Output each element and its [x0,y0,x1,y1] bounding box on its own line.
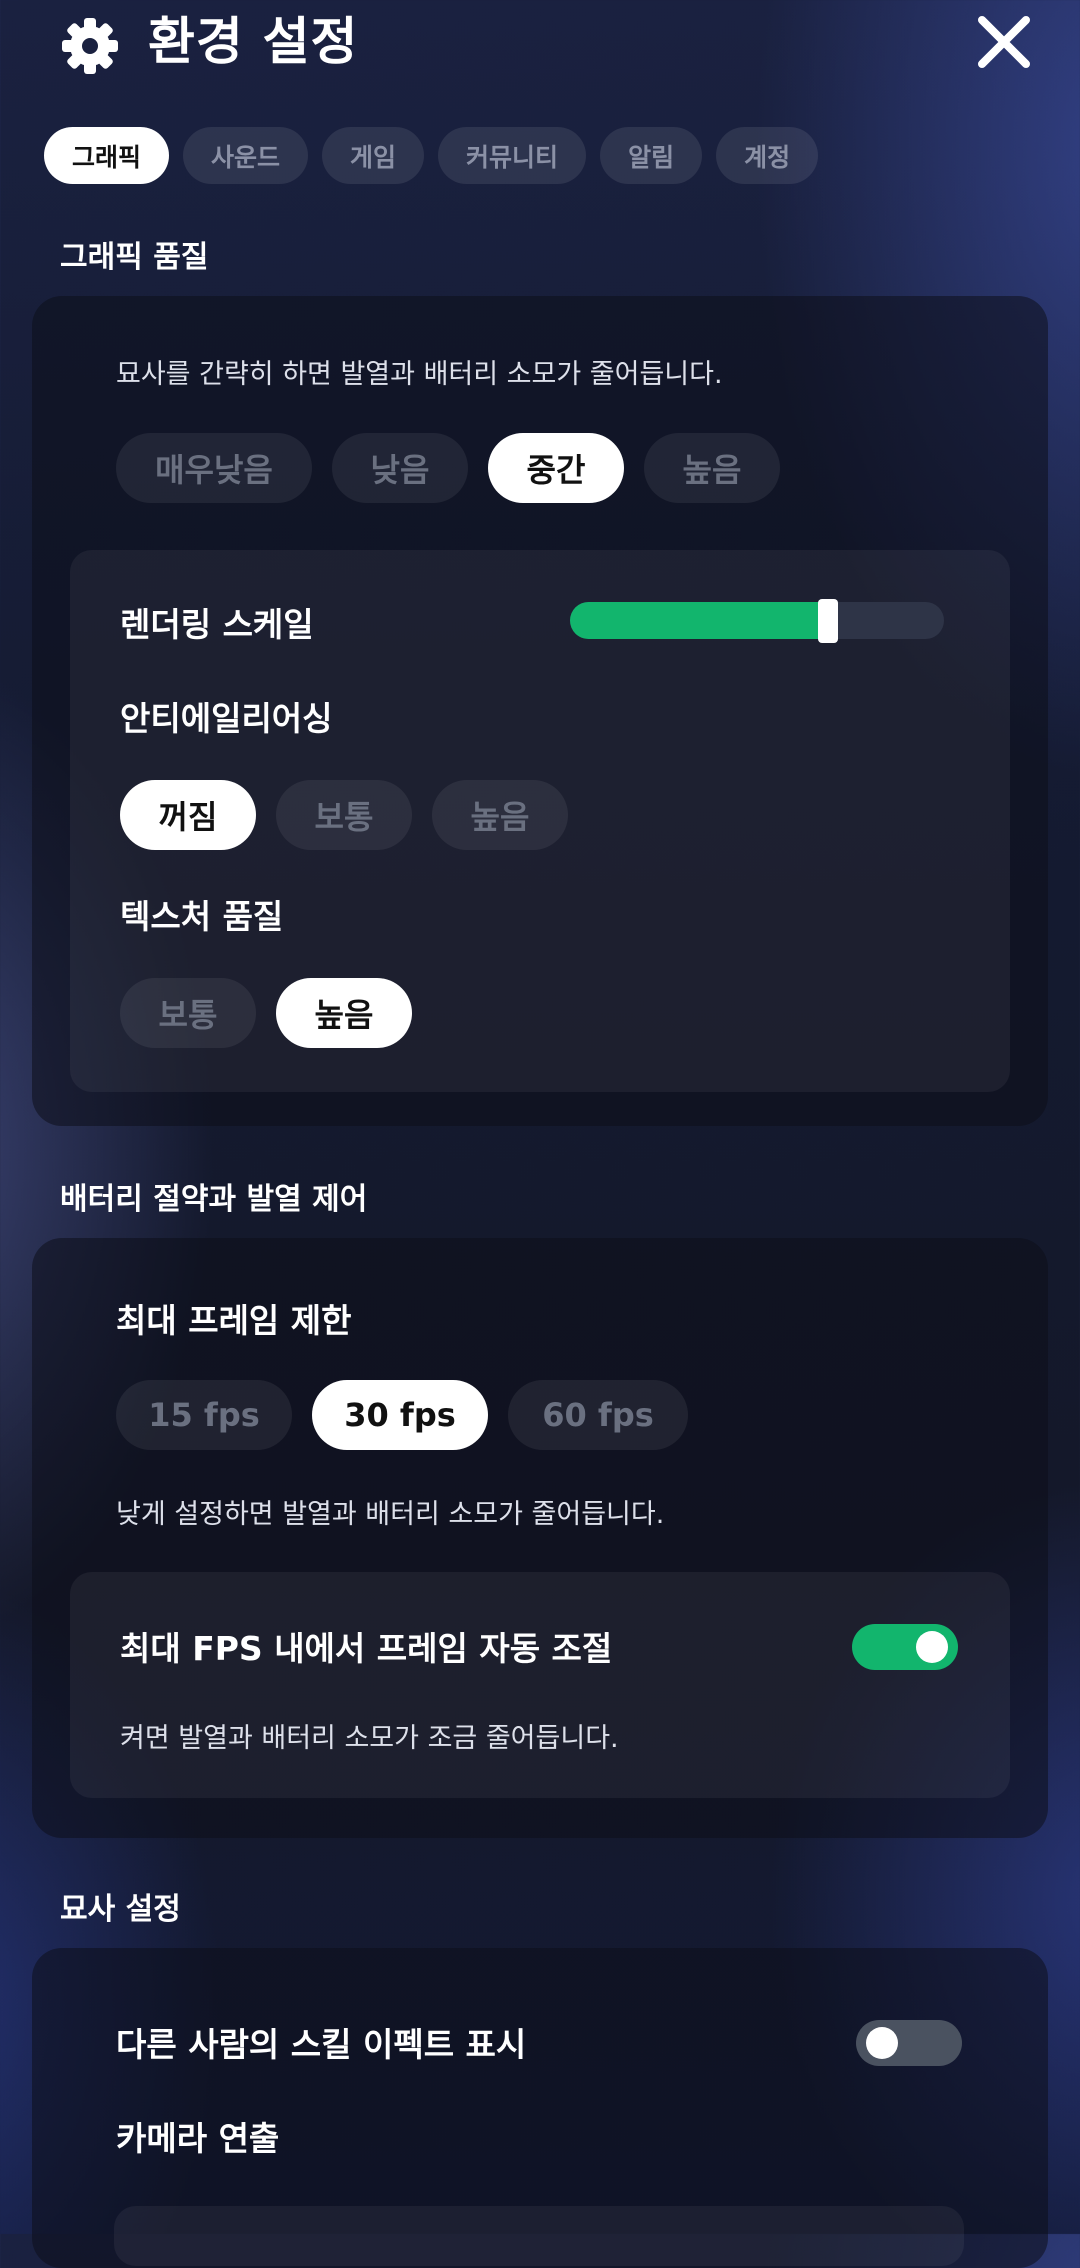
tab-bar: 그래픽 사운드 게임 커뮤니티 알림 계정 [44,127,819,184]
tab-notifications[interactable]: 알림 [600,127,703,184]
graphics-section-title: 그래픽 품질 [60,240,209,275]
graphics-description: 묘사를 간략히 하면 발열과 배터리 소모가 줄어듭니다. [116,359,723,390]
camera-options-panel [114,2206,964,2266]
antialiasing-normal-button[interactable]: 보통 [276,780,412,850]
skill-effect-label: 다른 사람의 스킬 이펙트 표시 [116,2025,527,2064]
antialiasing-off-button[interactable]: 꺼짐 [120,780,256,850]
fps-60-button[interactable]: 60 fps [508,1380,688,1450]
quality-medium-button[interactable]: 중간 [488,433,624,503]
quality-very-low-button[interactable]: 매우낮음 [116,433,312,503]
quality-low-button[interactable]: 낮음 [332,433,468,503]
antialiasing-label: 안티에일리어싱 [120,699,333,738]
tab-community[interactable]: 커뮤니티 [438,127,587,184]
render-scale-fill [570,602,828,639]
gear-icon [62,18,118,74]
antialiasing-options: 꺼짐 보통 높음 [120,780,568,850]
texture-options: 보통 높음 [120,978,412,1048]
texture-quality-label: 텍스처 품질 [120,897,284,936]
battery-card: 최대 프레임 제한 15 fps 30 fps 60 fps 낮게 설정하면 발… [32,1238,1048,1838]
advanced-graphics-panel: 렌더링 스케일 안티에일리어싱 꺼짐 보통 높음 텍스처 품질 보통 높음 [70,550,1010,1092]
fps-15-button[interactable]: 15 fps [116,1380,292,1450]
quality-options: 매우낮음 낮음 중간 높음 [116,433,780,503]
quality-high-button[interactable]: 높음 [644,433,780,503]
graphics-card: 묘사를 간략히 하면 발열과 배터리 소모가 줄어듭니다. 매우낮음 낮음 중간… [32,296,1048,1126]
skill-effect-toggle[interactable] [856,2020,962,2066]
tab-game[interactable]: 게임 [322,127,425,184]
fps-limit-label: 최대 프레임 제한 [116,1301,352,1340]
tab-graphics[interactable]: 그래픽 [44,127,170,184]
render-scale-slider[interactable] [570,599,944,643]
close-icon[interactable] [976,14,1032,70]
render-card: 다른 사람의 스킬 이펙트 표시 카메라 연출 [32,1948,1048,2268]
fps-30-button[interactable]: 30 fps [312,1380,488,1450]
auto-frame-panel: 최대 FPS 내에서 프레임 자동 조절 켜면 발열과 배터리 소모가 조금 줄… [70,1572,1010,1798]
camera-direction-label: 카메라 연출 [116,2119,280,2158]
render-scale-thumb[interactable] [818,599,838,643]
battery-section-title: 배터리 절약과 발열 제어 [60,1182,368,1217]
auto-frame-toggle[interactable] [852,1624,958,1670]
fps-description: 낮게 설정하면 발열과 배터리 소모가 줄어듭니다. [116,1499,665,1530]
auto-frame-description: 켜면 발열과 배터리 소모가 조금 줄어듭니다. [120,1723,619,1754]
page-title: 환경 설정 [148,13,359,72]
texture-normal-button[interactable]: 보통 [120,978,256,1048]
antialiasing-high-button[interactable]: 높음 [432,780,568,850]
tab-account[interactable]: 계정 [716,127,819,184]
fps-options: 15 fps 30 fps 60 fps [116,1380,688,1450]
tab-sound[interactable]: 사운드 [183,127,309,184]
render-scale-label: 렌더링 스케일 [120,605,314,644]
auto-frame-label: 최대 FPS 내에서 프레임 자동 조절 [120,1629,613,1668]
texture-high-button[interactable]: 높음 [276,978,412,1048]
render-section-title: 묘사 설정 [60,1892,181,1927]
